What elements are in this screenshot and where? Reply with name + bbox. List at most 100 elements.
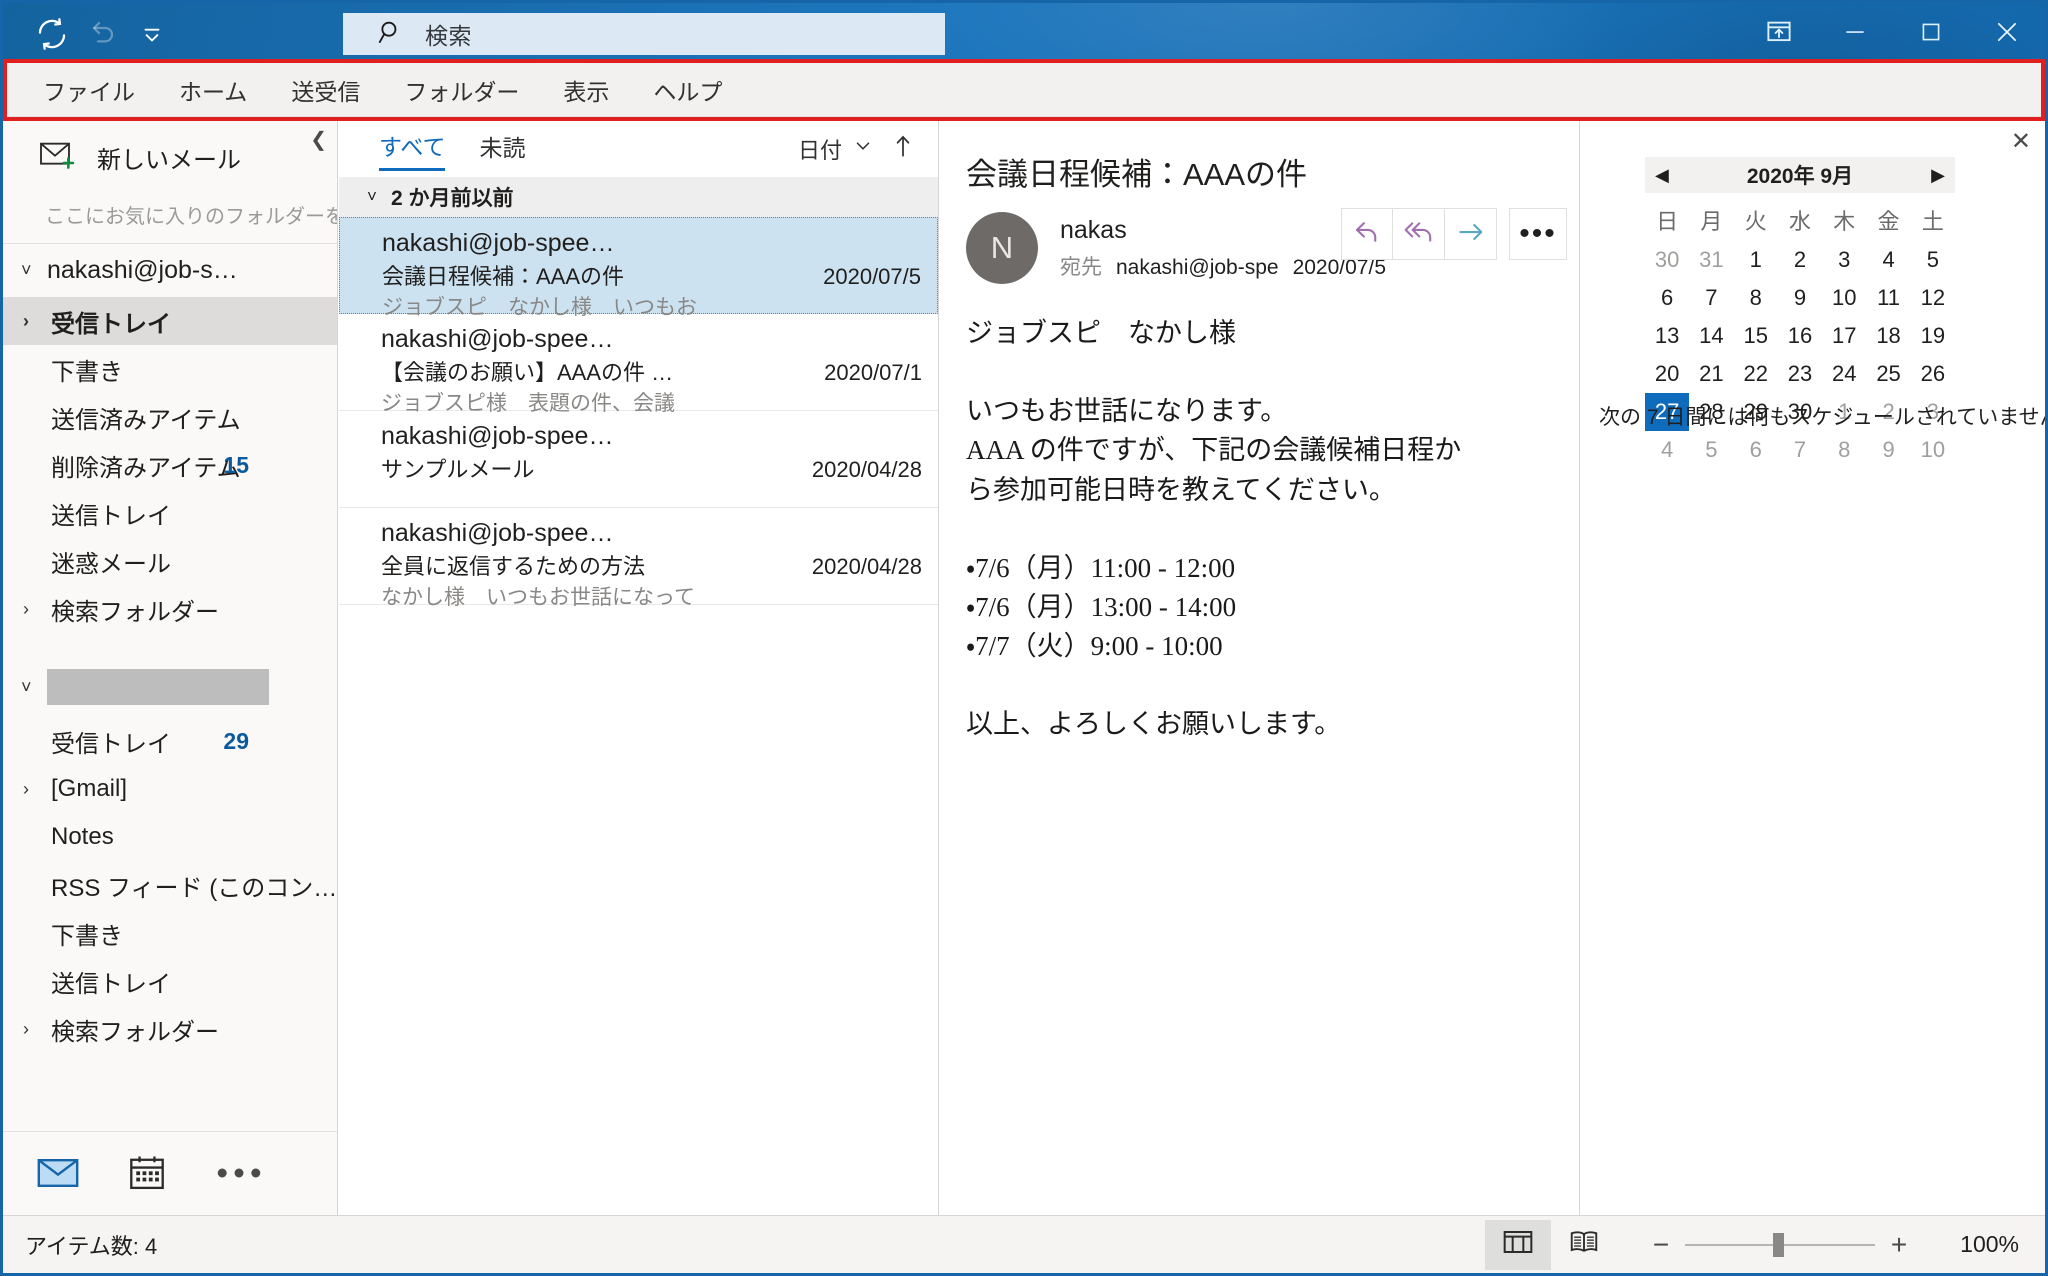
sidebar-item-deleted-1[interactable]: 削除済みアイテム 15 [3, 441, 337, 489]
more-modules-button[interactable] [215, 1166, 263, 1185]
calendar-day[interactable]: 22 [1734, 355, 1778, 393]
filter-unread[interactable]: 未読 [479, 129, 525, 169]
previous-month-button[interactable]: ◀ [1655, 165, 1669, 186]
zoom-out-button[interactable]: − [1641, 1229, 1681, 1261]
undo-button[interactable] [79, 12, 125, 56]
sort-direction-button[interactable] [892, 133, 914, 166]
zoom-slider-thumb[interactable] [1773, 1232, 1784, 1257]
calendar-day[interactable]: 10 [1911, 431, 1955, 469]
forward-button[interactable] [1445, 208, 1497, 260]
sort-by-dropdown[interactable]: 日付 [798, 133, 874, 165]
sidebar-item-inbox-1[interactable]: › 受信トレイ [3, 297, 337, 345]
maximize-button[interactable] [1893, 3, 1969, 65]
sidebar-item-search-folders-1[interactable]: › 検索フォルダー [3, 585, 337, 633]
account-header-2[interactable]: ˅ [3, 657, 337, 717]
more-actions-button[interactable]: ••• [1509, 208, 1567, 260]
status-bar: アイテム数: 4 − + 100% [3, 1215, 2045, 1273]
sidebar-item-sent-1[interactable]: 送信済みアイテム [3, 393, 337, 441]
calendar-day[interactable]: 24 [1822, 355, 1866, 393]
calendar-day[interactable]: 31 [1689, 241, 1733, 279]
account-header-1[interactable]: ˅ nakashi@job-s… [3, 244, 337, 297]
sidebar-item-inbox-2[interactable]: 受信トレイ 29 [3, 717, 337, 765]
tab-file[interactable]: ファイル [21, 67, 157, 113]
next-month-button[interactable]: ▶ [1931, 165, 1945, 186]
calendar-day[interactable]: 8 [1822, 431, 1866, 469]
sidebar-item-outbox-2[interactable]: 送信トレイ [3, 957, 337, 1005]
reading-view-button[interactable] [1551, 1220, 1617, 1270]
calendar-day[interactable]: 4 [1866, 241, 1910, 279]
sidebar-item-junk-1[interactable]: 迷惑メール [3, 537, 337, 585]
day-of-week-header: 水 [1788, 209, 1811, 234]
calendar-day[interactable]: 13 [1645, 317, 1689, 355]
calendar-day[interactable]: 5 [1911, 241, 1955, 279]
sidebar-item-gmail-2[interactable]: › [Gmail] [3, 765, 337, 813]
message-list-item-1[interactable]: nakashi@job-spee… 会議日程候補：AAAの件 2020/07/5… [339, 217, 938, 319]
calendar-day[interactable]: 11 [1866, 279, 1910, 317]
filter-all[interactable]: すべて [379, 128, 446, 171]
calendar-day[interactable]: 18 [1866, 317, 1910, 355]
message-subject-row: 【会議のお願い】AAAの件 … 2020/07/1 [381, 355, 922, 387]
tab-send-receive[interactable]: 送受信 [269, 67, 382, 113]
calendar-day[interactable]: 9 [1866, 431, 1910, 469]
tab-help[interactable]: ヘルプ [631, 67, 744, 113]
calendar-day[interactable]: 17 [1822, 317, 1866, 355]
calendar-day[interactable]: 7 [1689, 279, 1733, 317]
chevron-right-icon: › [23, 598, 29, 619]
collapse-folder-pane-button[interactable]: ❮ [310, 127, 327, 152]
calendar-day[interactable]: 30 [1645, 241, 1689, 279]
zoom-level-label: 100% [1960, 1231, 2019, 1257]
calendar-day[interactable]: 4 [1645, 431, 1689, 469]
mail-module-button[interactable] [37, 1157, 79, 1194]
new-mail-button[interactable]: 新しいメール [3, 121, 337, 190]
send-receive-all-button[interactable] [29, 12, 75, 56]
calendar-day[interactable]: 19 [1911, 317, 1955, 355]
tab-view[interactable]: 表示 [541, 67, 631, 113]
message-group-header[interactable]: ˅ 2 か月前以前 [339, 177, 938, 217]
tab-home[interactable]: ホーム [157, 67, 269, 113]
calendar-day[interactable]: 16 [1778, 317, 1822, 355]
sidebar-item-drafts-2[interactable]: 下書き [3, 909, 337, 957]
folder-label: 送信トレイ [51, 970, 171, 998]
zoom-in-button[interactable]: + [1879, 1229, 1919, 1261]
message-date: 2020/04/28 [811, 457, 922, 483]
chevron-down-icon [139, 21, 165, 47]
minimize-button[interactable] [1817, 3, 1893, 65]
sidebar-item-drafts-1[interactable]: 下書き [3, 345, 337, 393]
calendar-module-button[interactable] [127, 1154, 167, 1197]
calendar-day[interactable]: 10 [1822, 279, 1866, 317]
search-input[interactable]: 検索 [343, 13, 945, 55]
message-list-item-4[interactable]: nakashi@job-spee… 全員に返信するための方法 2020/04/2… [339, 508, 938, 609]
reply-all-button[interactable] [1393, 208, 1445, 260]
calendar-day[interactable]: 26 [1911, 355, 1955, 393]
tab-folder[interactable]: フォルダー [382, 67, 541, 113]
customize-quick-access-toolbar-button[interactable] [129, 12, 175, 56]
calendar-day[interactable]: 5 [1689, 431, 1733, 469]
calendar-day[interactable]: 6 [1734, 431, 1778, 469]
calendar-day[interactable]: 8 [1734, 279, 1778, 317]
calendar-day[interactable]: 15 [1734, 317, 1778, 355]
calendar-day[interactable]: 14 [1689, 317, 1733, 355]
calendar-day[interactable]: 23 [1778, 355, 1822, 393]
calendar-day[interactable]: 21 [1689, 355, 1733, 393]
calendar-day[interactable]: 3 [1822, 241, 1866, 279]
close-todo-pane-button[interactable]: ✕ [2011, 127, 2031, 156]
zoom-slider[interactable] [1685, 1232, 1875, 1257]
calendar-day[interactable]: 2 [1778, 241, 1822, 279]
close-button[interactable] [1969, 3, 2045, 65]
calendar-day[interactable]: 12 [1911, 279, 1955, 317]
calendar-day[interactable]: 1 [1734, 241, 1778, 279]
calendar-day[interactable]: 7 [1778, 431, 1822, 469]
sidebar-item-search-folders-2[interactable]: › 検索フォルダー [3, 1005, 337, 1053]
reply-button[interactable] [1341, 208, 1393, 260]
calendar-day[interactable]: 6 [1645, 279, 1689, 317]
sidebar-item-outbox-1[interactable]: 送信トレイ [3, 489, 337, 537]
message-list-item-2[interactable]: nakashi@job-spee… 【会議のお願い】AAAの件 … 2020/0… [339, 314, 938, 415]
calendar-day[interactable]: 9 [1778, 279, 1822, 317]
message-list-item-3[interactable]: nakashi@job-spee… サンプルメール 2020/04/28 [339, 411, 938, 508]
normal-view-button[interactable] [1485, 1219, 1551, 1270]
ribbon-display-options-button[interactable] [1741, 3, 1817, 65]
calendar-day[interactable]: 25 [1866, 355, 1910, 393]
sidebar-item-notes-2[interactable]: Notes [3, 813, 337, 861]
sidebar-item-rss-feeds-2[interactable]: RSS フィード (このコン… [3, 861, 337, 909]
calendar-day[interactable]: 20 [1645, 355, 1689, 393]
